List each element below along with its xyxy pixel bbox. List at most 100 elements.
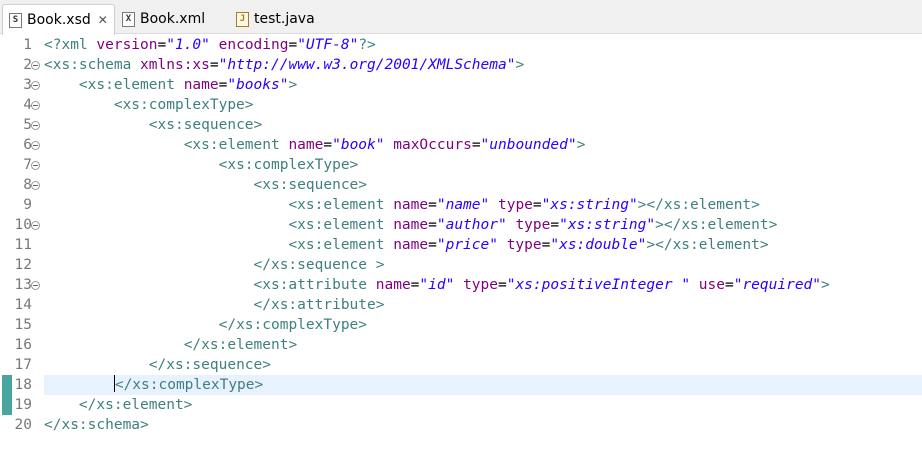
xml-tag: </xs:attribute>: [253, 297, 385, 313]
xml-value: "xs:string": [541, 197, 638, 213]
code-line[interactable]: 17 </xs:sequence>: [0, 355, 922, 375]
line-number: 11: [14, 237, 32, 253]
xml-attribute: xmlns:xs: [140, 57, 210, 73]
code-line[interactable]: 18 </xs:complexType>: [0, 375, 922, 395]
code-line[interactable]: 6 <xs:element name="book" maxOccurs="unb…: [0, 135, 922, 155]
xml-tag: <xs:sequence>: [148, 117, 263, 133]
code-line[interactable]: 20 </xs:schema>: [0, 415, 922, 435]
fold-toggle-icon[interactable]: [31, 221, 40, 230]
xsd-file-icon: S: [9, 12, 22, 28]
code-line[interactable]: 14 </xs:attribute>: [0, 295, 922, 315]
fold-toggle-icon[interactable]: [31, 281, 40, 290]
fold-toggle-icon[interactable]: [31, 141, 40, 150]
code-line[interactable]: 13 <xs:attribute name="id" type="xs:posi…: [0, 275, 922, 295]
xml-attribute: type: [506, 237, 542, 253]
code-text: =: [497, 277, 507, 293]
xml-tag: >: [576, 137, 586, 153]
code-content[interactable]: <xs:complexType>: [44, 155, 922, 175]
xml-attribute: maxOccurs: [393, 137, 472, 153]
code-editor[interactable]: 1 <?xml version="1.0" encoding="UTF-8"?> 2…: [0, 35, 922, 469]
code-content[interactable]: <xs:schema xmlns:xs="http://www.w3.org/2…: [44, 55, 922, 75]
xml-tag: </xs:element>: [78, 397, 193, 413]
code-line[interactable]: 2 <xs:schema xmlns:xs="http://www.w3.org/…: [0, 55, 922, 75]
xml-tag: ></xs:element>: [646, 237, 769, 253]
code-content[interactable]: </xs:sequence >: [44, 255, 922, 275]
tab-book-xml[interactable]: X Book.xml: [122, 4, 227, 34]
fold-toggle-icon[interactable]: [31, 81, 40, 90]
xml-tag: ></xs:element>: [637, 197, 760, 213]
xml-tag: >: [515, 57, 525, 73]
xml-value: "name": [436, 197, 490, 213]
code-content[interactable]: </xs:attribute>: [44, 295, 922, 315]
code-line[interactable]: 15 </xs:complexType>: [0, 315, 922, 335]
code-content[interactable]: <xs:sequence>: [44, 115, 922, 135]
xml-tag: ></xs:element>: [655, 217, 778, 233]
xml-attribute: version: [96, 37, 158, 53]
code-content[interactable]: <xs:element name="author" type="xs:strin…: [44, 215, 922, 235]
xml-tag: <xs:schema: [44, 57, 132, 73]
code-line[interactable]: 11 <xs:element name="price" type="xs:dou…: [0, 235, 922, 255]
xml-tag: <xs:complexType>: [218, 157, 359, 173]
code-content[interactable]: </xs:schema>: [44, 415, 922, 435]
line-number: 19: [14, 397, 32, 413]
code-content[interactable]: <xs:element name="book" maxOccurs="unbou…: [44, 135, 922, 155]
xml-attribute: name: [288, 137, 324, 153]
code-text: =: [288, 37, 298, 53]
xml-attribute: type: [515, 217, 551, 233]
fold-toggle-icon[interactable]: [31, 161, 40, 170]
code-content[interactable]: </xs:complexType>: [44, 375, 922, 395]
code-line[interactable]: 19 </xs:element>: [0, 395, 922, 415]
tab-test-java[interactable]: J test.java: [236, 4, 336, 34]
code-line[interactable]: 16 </xs:element>: [0, 335, 922, 355]
code-line[interactable]: 8 <xs:sequence>: [0, 175, 922, 195]
code-line[interactable]: 7 <xs:complexType>: [0, 155, 922, 175]
code-content[interactable]: </xs:complexType>: [44, 315, 922, 335]
code-content[interactable]: </xs:sequence>: [44, 355, 922, 375]
java-file-icon: J: [236, 11, 249, 27]
fold-toggle-icon[interactable]: [31, 101, 40, 110]
code-content[interactable]: </xs:element>: [44, 335, 922, 355]
code-text: =: [532, 197, 542, 213]
code-content[interactable]: <xs:element name="name" type="xs:string"…: [44, 195, 922, 215]
code-content[interactable]: <xs:sequence>: [44, 175, 922, 195]
xml-attribute: encoding: [218, 37, 289, 53]
fold-toggle-icon[interactable]: [31, 181, 40, 190]
xml-attribute: name: [393, 197, 429, 213]
xml-file-icon: X: [122, 11, 135, 27]
xml-tag: >: [821, 277, 830, 293]
code-content[interactable]: <xs:element name="price" type="xs:double…: [44, 235, 922, 255]
fold-toggle-icon[interactable]: [31, 61, 40, 70]
xml-tag: <xs:sequence>: [253, 177, 368, 193]
code-text: =: [428, 237, 437, 253]
xml-tag: <xs:element: [288, 197, 385, 213]
code-content[interactable]: <xs:element name="books">: [44, 75, 922, 95]
code-content[interactable]: <xs:attribute name="id" type="xs:positiv…: [44, 275, 922, 295]
line-number: 13: [14, 277, 32, 293]
code-line[interactable]: 1 <?xml version="1.0" encoding="UTF-8"?>: [0, 35, 922, 55]
code-content[interactable]: <?xml version="1.0" encoding="UTF-8"?>: [44, 35, 922, 55]
line-number: 1: [23, 37, 32, 53]
xml-value: "books": [227, 77, 289, 93]
code-content[interactable]: <xs:complexType>: [44, 95, 922, 115]
xml-value: "xs:positiveInteger ": [506, 277, 691, 293]
code-line[interactable]: 3 <xs:element name="books">: [0, 75, 922, 95]
code-line[interactable]: 9 <xs:element name="name" type="xs:strin…: [0, 195, 922, 215]
tab-book-xsd[interactable]: S Book.xsd ✕: [2, 4, 115, 35]
code-content[interactable]: </xs:element>: [44, 395, 922, 415]
code-line[interactable]: 5 <xs:sequence>: [0, 115, 922, 135]
fold-toggle-icon[interactable]: [31, 121, 40, 130]
xml-attribute: name: [375, 277, 411, 293]
code-line[interactable]: 4 <xs:complexType>: [0, 95, 922, 115]
code-line[interactable]: 10 <xs:element name="author" type="xs:st…: [0, 215, 922, 235]
close-icon[interactable]: ✕: [98, 13, 108, 27]
tab-label: Book.xml: [140, 11, 206, 27]
code-line[interactable]: 12 </xs:sequence >: [0, 255, 922, 275]
xml-value: "UTF-8": [297, 37, 359, 53]
